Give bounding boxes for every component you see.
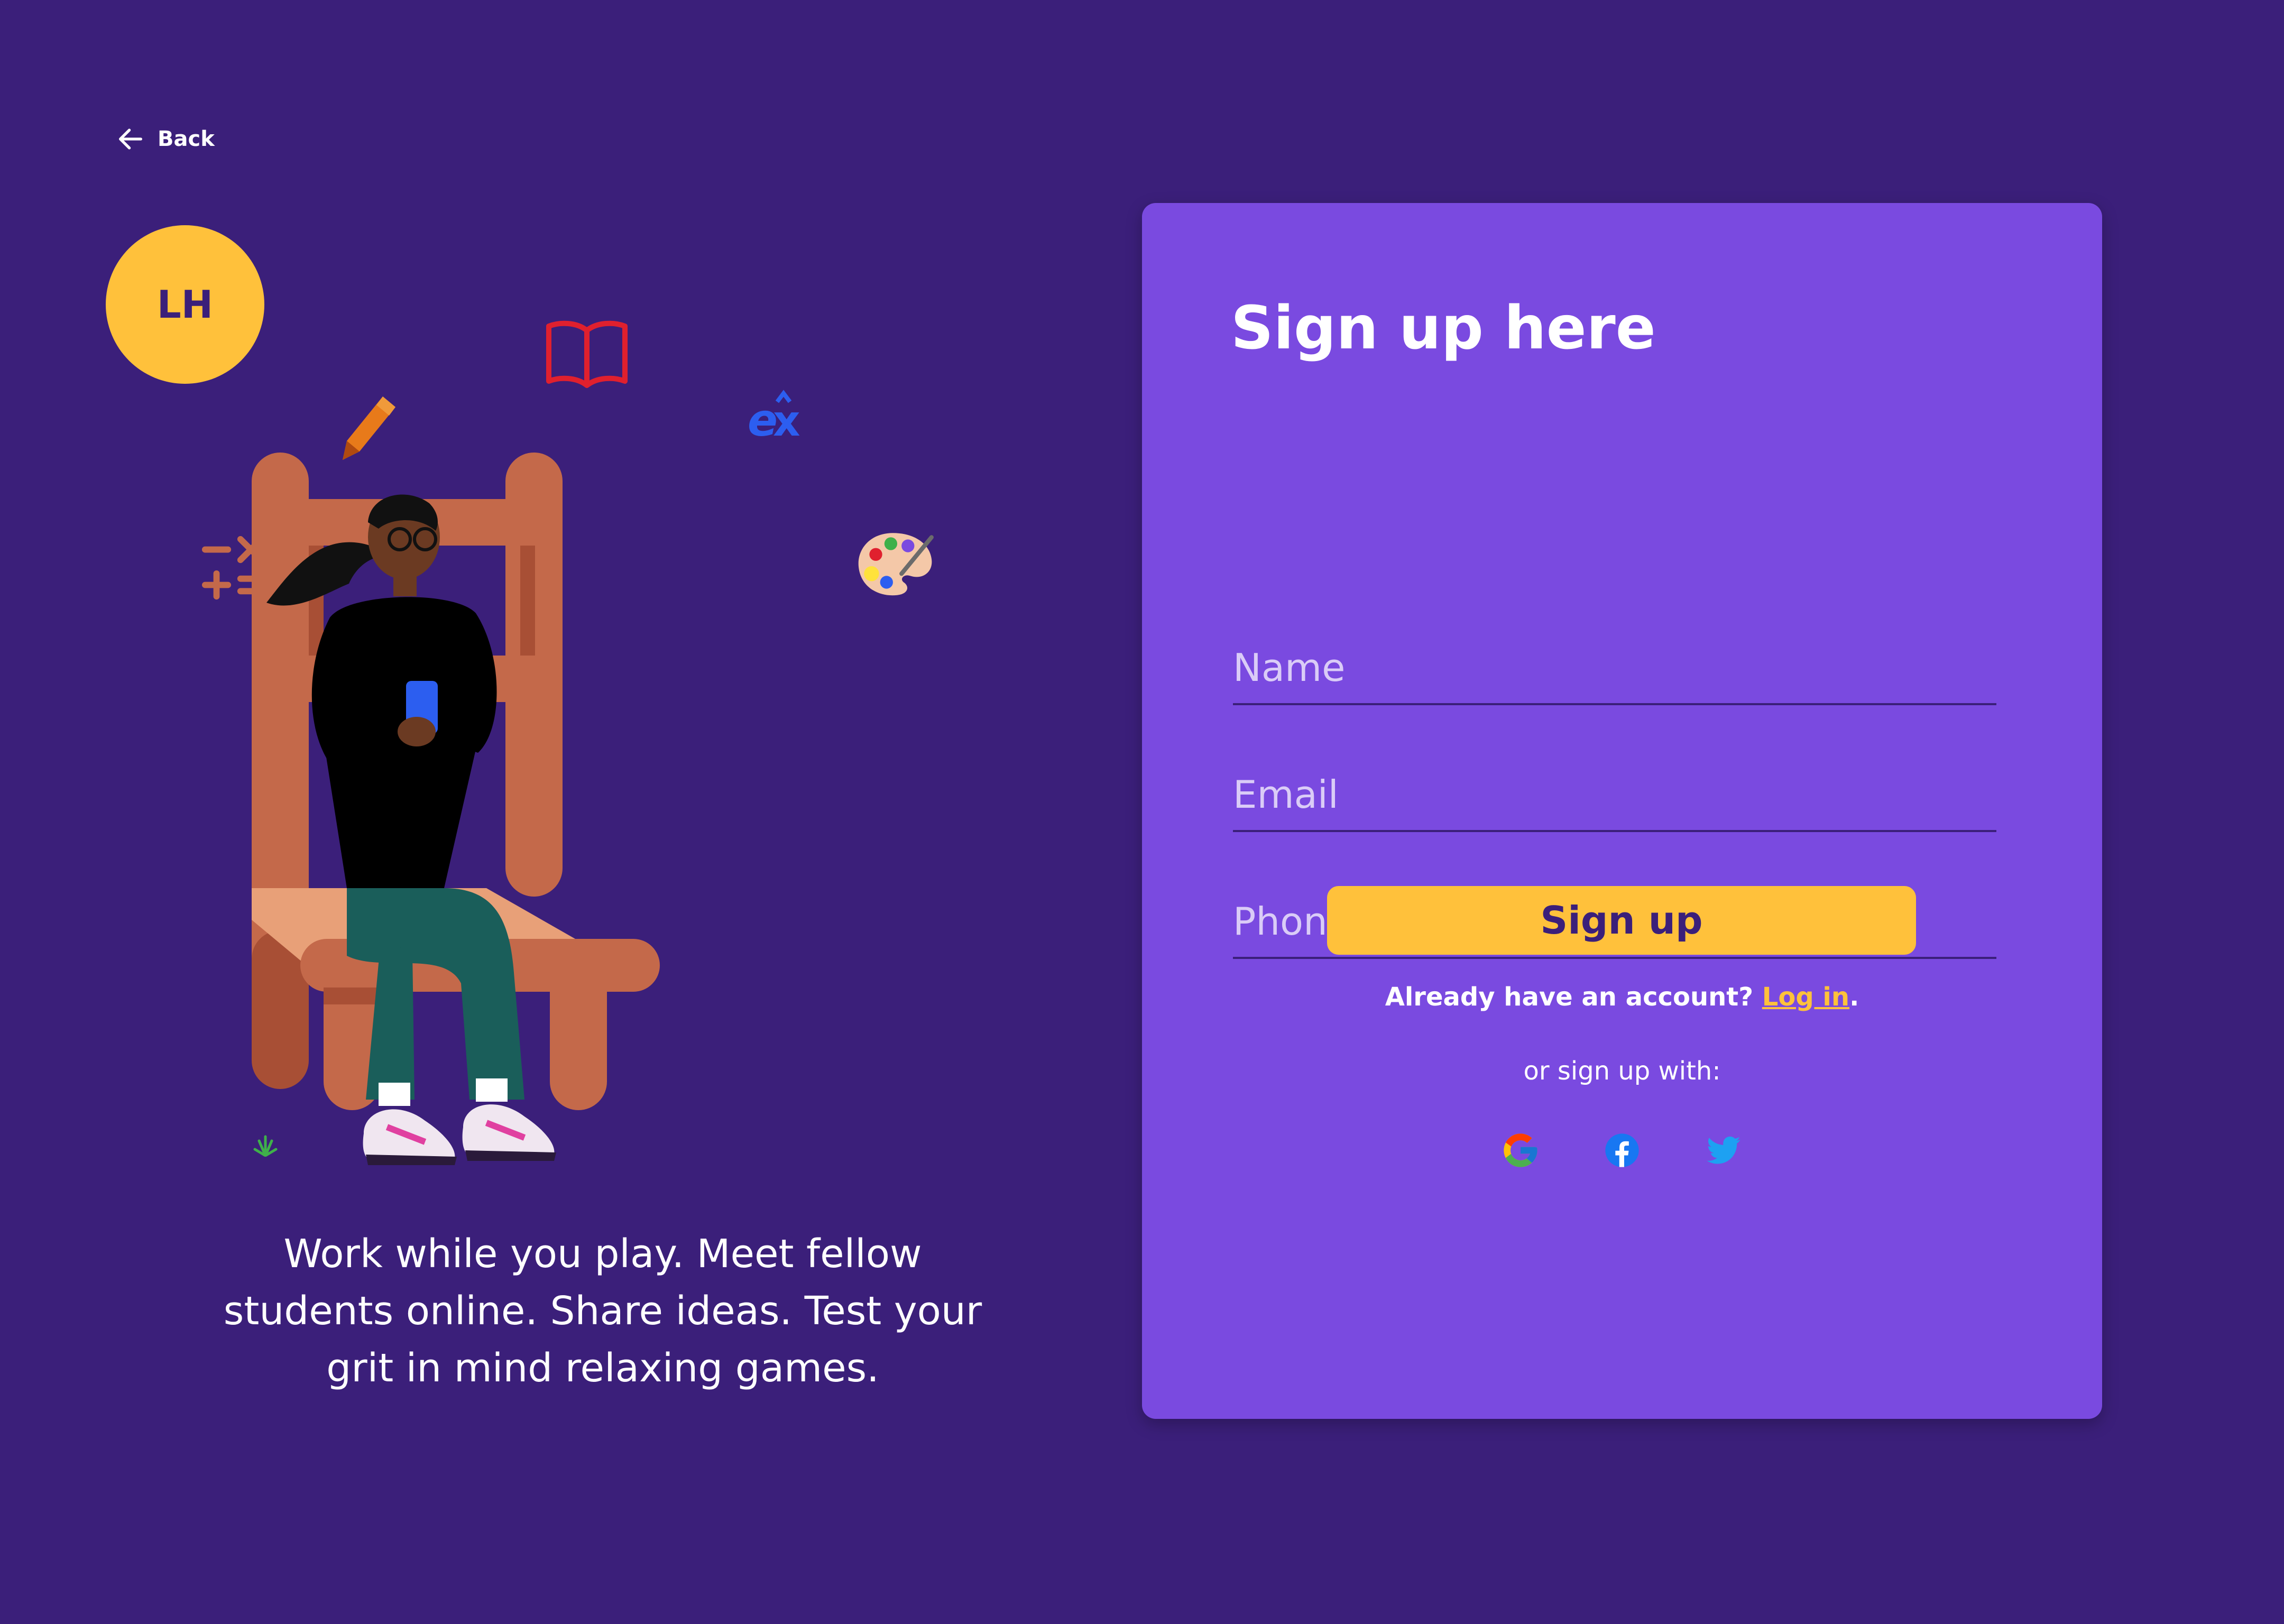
- name-field: [1233, 626, 1996, 705]
- twitter-signup-button[interactable]: [1703, 1130, 1744, 1170]
- twitter-icon: [1707, 1136, 1740, 1164]
- back-label: Back: [158, 127, 215, 151]
- account-prompt: Already have an account?: [1385, 982, 1754, 1012]
- arrow-left-icon: [119, 128, 142, 150]
- form-title: Sign up here: [1231, 294, 1656, 363]
- name-input[interactable]: [1233, 639, 1996, 697]
- student-illustration: [252, 453, 660, 1165]
- back-link[interactable]: Back: [115, 124, 215, 154]
- facebook-icon: [1605, 1133, 1639, 1167]
- google-signup-button[interactable]: [1500, 1130, 1541, 1170]
- signup-card: Sign up here Sign up Already have an acc…: [1142, 203, 2102, 1419]
- login-link[interactable]: Log in: [1762, 982, 1849, 1012]
- account-prompt-line: Already have an account? Log in.: [1142, 982, 2102, 1012]
- facebook-signup-button[interactable]: [1602, 1130, 1642, 1170]
- account-suffix: .: [1849, 982, 1859, 1012]
- social-prompt: or sign up with:: [1523, 1056, 1721, 1086]
- social-buttons: [1142, 1130, 2102, 1170]
- email-input[interactable]: [1233, 765, 1996, 824]
- signup-page: Back LH e x Work while you play. Meet fe…: [0, 0, 2284, 1624]
- google-icon: [1504, 1133, 1537, 1167]
- signup-button[interactable]: Sign up: [1327, 886, 1916, 955]
- tagline: Work while you play. Meet fellow student…: [223, 1231, 982, 1391]
- email-field: [1233, 753, 1996, 832]
